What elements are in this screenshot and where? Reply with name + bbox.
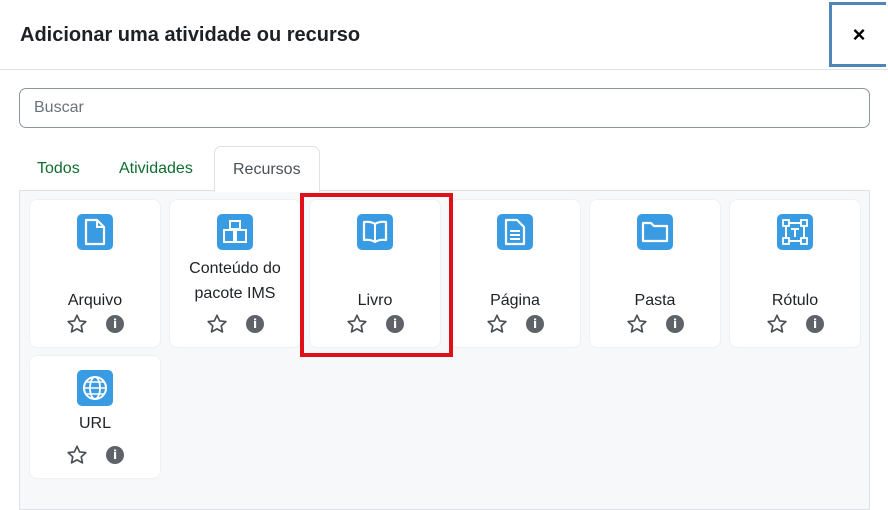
- info-icon[interactable]: i: [806, 315, 824, 333]
- file-icon: [77, 214, 113, 250]
- ims-package-icon: [217, 214, 253, 250]
- item-card-url[interactable]: URL i: [30, 356, 160, 478]
- modal-title: Adicionar uma atividade ou recurso: [20, 24, 361, 46]
- item-label: Arquivo: [67, 292, 123, 309]
- star-icon[interactable]: [626, 313, 648, 335]
- page-icon: [497, 214, 533, 250]
- tab-recursos[interactable]: Recursos: [214, 146, 320, 192]
- item-card-pagina[interactable]: Página i: [450, 200, 580, 347]
- star-icon[interactable]: [206, 313, 228, 335]
- info-icon[interactable]: i: [106, 315, 124, 333]
- item-label: URL: [78, 415, 111, 432]
- info-icon[interactable]: i: [666, 315, 684, 333]
- star-icon[interactable]: [66, 444, 88, 466]
- info-icon[interactable]: i: [246, 315, 264, 333]
- tab-todos[interactable]: Todos: [19, 146, 98, 191]
- item-label: Rótulo: [771, 292, 819, 309]
- folder-icon: [637, 214, 673, 250]
- star-icon[interactable]: [66, 313, 88, 335]
- star-icon[interactable]: [766, 313, 788, 335]
- item-card-ims[interactable]: Conteúdo do pacote IMS i: [170, 200, 300, 347]
- item-label: Página: [490, 292, 540, 309]
- highlight-box: [300, 193, 453, 357]
- search-input[interactable]: [19, 88, 870, 128]
- item-card-arquivo[interactable]: Arquivo i: [30, 200, 160, 347]
- info-icon[interactable]: i: [106, 446, 124, 464]
- tab-atividades[interactable]: Atividades: [101, 146, 211, 191]
- item-card-pasta[interactable]: Pasta i: [590, 200, 720, 347]
- info-icon[interactable]: i: [526, 315, 544, 333]
- close-button[interactable]: ×: [829, 2, 886, 67]
- item-card-rotulo[interactable]: Rótulo i: [730, 200, 860, 347]
- star-icon[interactable]: [486, 313, 508, 335]
- item-label: Conteúdo do pacote IMS: [189, 260, 281, 302]
- globe-icon: [77, 370, 113, 406]
- modal-header: Adicionar uma atividade ou recurso ×: [0, 0, 888, 70]
- item-label: Pasta: [634, 292, 676, 309]
- close-icon: ×: [852, 21, 866, 47]
- label-icon: [777, 214, 813, 250]
